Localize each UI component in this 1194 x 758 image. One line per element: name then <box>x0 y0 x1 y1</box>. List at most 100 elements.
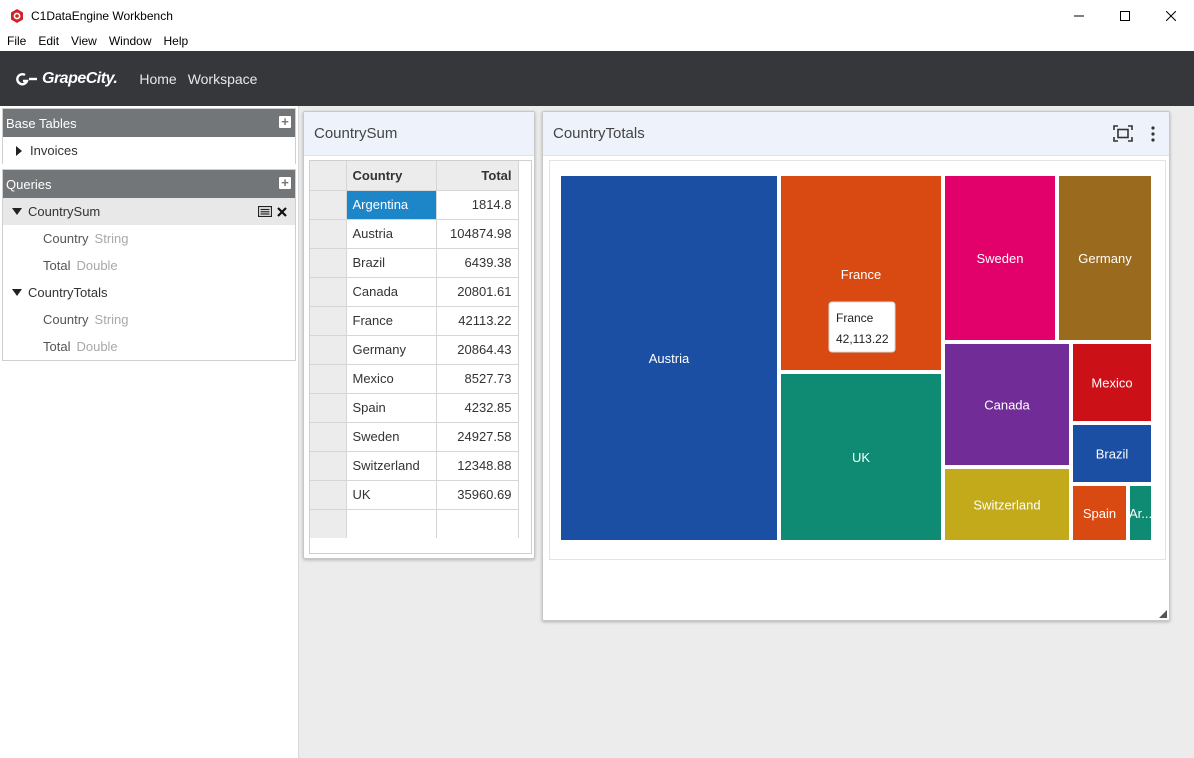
treemap-label-spain: Spain <box>1083 506 1116 521</box>
row-header[interactable] <box>310 451 347 481</box>
maximize-button[interactable] <box>1102 0 1148 31</box>
menu-edit[interactable]: Edit <box>38 34 59 48</box>
row-header[interactable] <box>310 277 347 307</box>
table-row[interactable]: Sweden 24927.58 <box>310 422 519 452</box>
chart-tooltip: France 42,113.22 <box>828 301 896 353</box>
row-header[interactable] <box>310 190 347 220</box>
row-header[interactable] <box>310 393 347 423</box>
row-header[interactable] <box>310 480 347 510</box>
card-title: CountrySum <box>314 125 398 142</box>
field-name: Total <box>43 258 71 273</box>
treemap-chart[interactable]: Austria France UK Sweden Germany Canada Mexico… <box>549 160 1166 560</box>
table-row[interactable]: Canada 20801.61 <box>310 277 519 307</box>
row-header[interactable] <box>310 422 347 452</box>
cell-total[interactable]: 24927.58 <box>436 422 519 452</box>
tooltip-value: 42,113.22 <box>836 332 889 346</box>
table-row[interactable]: Argentina 1814.8 <box>310 190 519 220</box>
cell-country[interactable]: Argentina <box>346 190 437 220</box>
row-header[interactable] <box>310 248 347 278</box>
cell-country[interactable]: Austria <box>346 219 437 249</box>
base-tables-panel: Base Tables + Invoices <box>2 108 296 164</box>
treemap-label-mexico: Mexico <box>1091 376 1132 391</box>
table-row[interactable]: Austria 104874.98 <box>310 219 519 249</box>
cell-total[interactable]: 6439.38 <box>436 248 519 278</box>
treemap-label-canada: Canada <box>984 398 1030 413</box>
more-options-icon[interactable] <box>1151 125 1155 142</box>
cell-total[interactable]: 20864.43 <box>436 335 519 365</box>
cell-total[interactable]: 42113.22 <box>436 306 519 336</box>
cell-total[interactable]: 35960.69 <box>436 480 519 510</box>
add-query-button[interactable]: + <box>279 176 291 189</box>
row-header[interactable] <box>310 306 347 336</box>
countrysum-card[interactable]: CountrySum Country Total Argentina 1814.8… <box>303 111 535 559</box>
table-row[interactable]: UK 35960.69 <box>310 480 519 510</box>
resize-grip-icon[interactable] <box>1159 610 1167 618</box>
row-header[interactable] <box>310 219 347 249</box>
view-table-icon[interactable] <box>258 206 272 217</box>
collapse-icon[interactable] <box>12 289 22 296</box>
table-row[interactable]: France 42113.22 <box>310 306 519 336</box>
treemap-label-france: France <box>841 267 881 282</box>
cell-country[interactable]: Mexico <box>346 364 437 394</box>
base-tables-header: Base Tables + <box>3 109 295 137</box>
field-row: Total Double <box>3 252 295 279</box>
table-row[interactable]: Brazil 6439.38 <box>310 248 519 278</box>
queries-header: Queries + <box>3 170 295 198</box>
sidebar: Base Tables + Invoices Queries + Country… <box>0 106 299 758</box>
maximize-view-icon[interactable] <box>1113 125 1133 142</box>
grid-header-row: Country Total <box>310 161 519 191</box>
column-header-total[interactable]: Total <box>436 161 519 191</box>
menu-view[interactable]: View <box>71 34 97 48</box>
cell-country[interactable]: Germany <box>346 335 437 365</box>
tree-item-invoices[interactable]: Invoices <box>3 137 295 164</box>
cell-country[interactable]: France <box>346 306 437 336</box>
table-row[interactable]: Germany 20864.43 <box>310 335 519 365</box>
countrytotals-card[interactable]: CountryTotals Austria France UK Sweden Germa… <box>542 111 1170 621</box>
menu-file[interactable]: File <box>7 34 26 48</box>
minimize-button[interactable] <box>1056 0 1102 31</box>
cell-country[interactable]: UK <box>346 480 437 510</box>
table-row[interactable]: Spain 4232.85 <box>310 393 519 423</box>
close-button[interactable] <box>1148 0 1194 31</box>
window-controls <box>1056 0 1194 31</box>
data-grid[interactable]: Country Total Argentina 1814.8 Austria 1048… <box>309 160 532 554</box>
expand-icon[interactable] <box>16 145 22 156</box>
cell-total[interactable]: 20801.61 <box>436 277 519 307</box>
cell-total[interactable]: 1814.8 <box>436 190 519 220</box>
tooltip-label: France <box>836 311 874 325</box>
treemap-svg: Austria France UK Sweden Germany Canada Mexico… <box>561 176 1152 540</box>
sidebar-divider <box>2 360 296 361</box>
table-row[interactable]: Mexico 8527.73 <box>310 364 519 394</box>
app-header: GrapeCity. Home Workspace <box>0 51 1194 106</box>
cell-country[interactable]: Spain <box>346 393 437 423</box>
collapse-icon[interactable] <box>12 208 22 215</box>
field-type: Double <box>76 339 118 354</box>
delete-icon[interactable] <box>277 206 287 217</box>
table-row[interactable]: Switzerland 12348.88 <box>310 451 519 481</box>
queries-panel: Queries + CountrySum Country String Tota… <box>2 169 296 360</box>
add-base-table-button[interactable]: + <box>279 115 291 128</box>
cell-country[interactable]: Canada <box>346 277 437 307</box>
field-row: Total Double <box>3 333 295 360</box>
tree-item-countrysum[interactable]: CountrySum <box>3 198 295 225</box>
cell-country[interactable]: Switzerland <box>346 451 437 481</box>
field-type: String <box>94 231 129 246</box>
cell-country[interactable]: Sweden <box>346 422 437 452</box>
cell-country[interactable]: Brazil <box>346 248 437 278</box>
menu-help[interactable]: Help <box>164 34 189 48</box>
menu-window[interactable]: Window <box>109 34 152 48</box>
column-header-country[interactable]: Country <box>346 161 437 191</box>
nav-workspace[interactable]: Workspace <box>188 71 258 87</box>
cell-total[interactable]: 4232.85 <box>436 393 519 423</box>
field-row: Country String <box>3 225 295 252</box>
row-header[interactable] <box>310 364 347 394</box>
nav-home[interactable]: Home <box>139 71 176 87</box>
app-icon <box>10 8 24 23</box>
cell-total[interactable]: 8527.73 <box>436 364 519 394</box>
row-header-corner <box>310 161 347 191</box>
cell-total[interactable]: 104874.98 <box>436 219 519 249</box>
cell-total[interactable]: 12348.88 <box>436 451 519 481</box>
row-header[interactable] <box>310 335 347 365</box>
tree-item-countrytotals[interactable]: CountryTotals <box>3 279 295 306</box>
title-bar: C1DataEngine Workbench <box>0 0 1194 31</box>
